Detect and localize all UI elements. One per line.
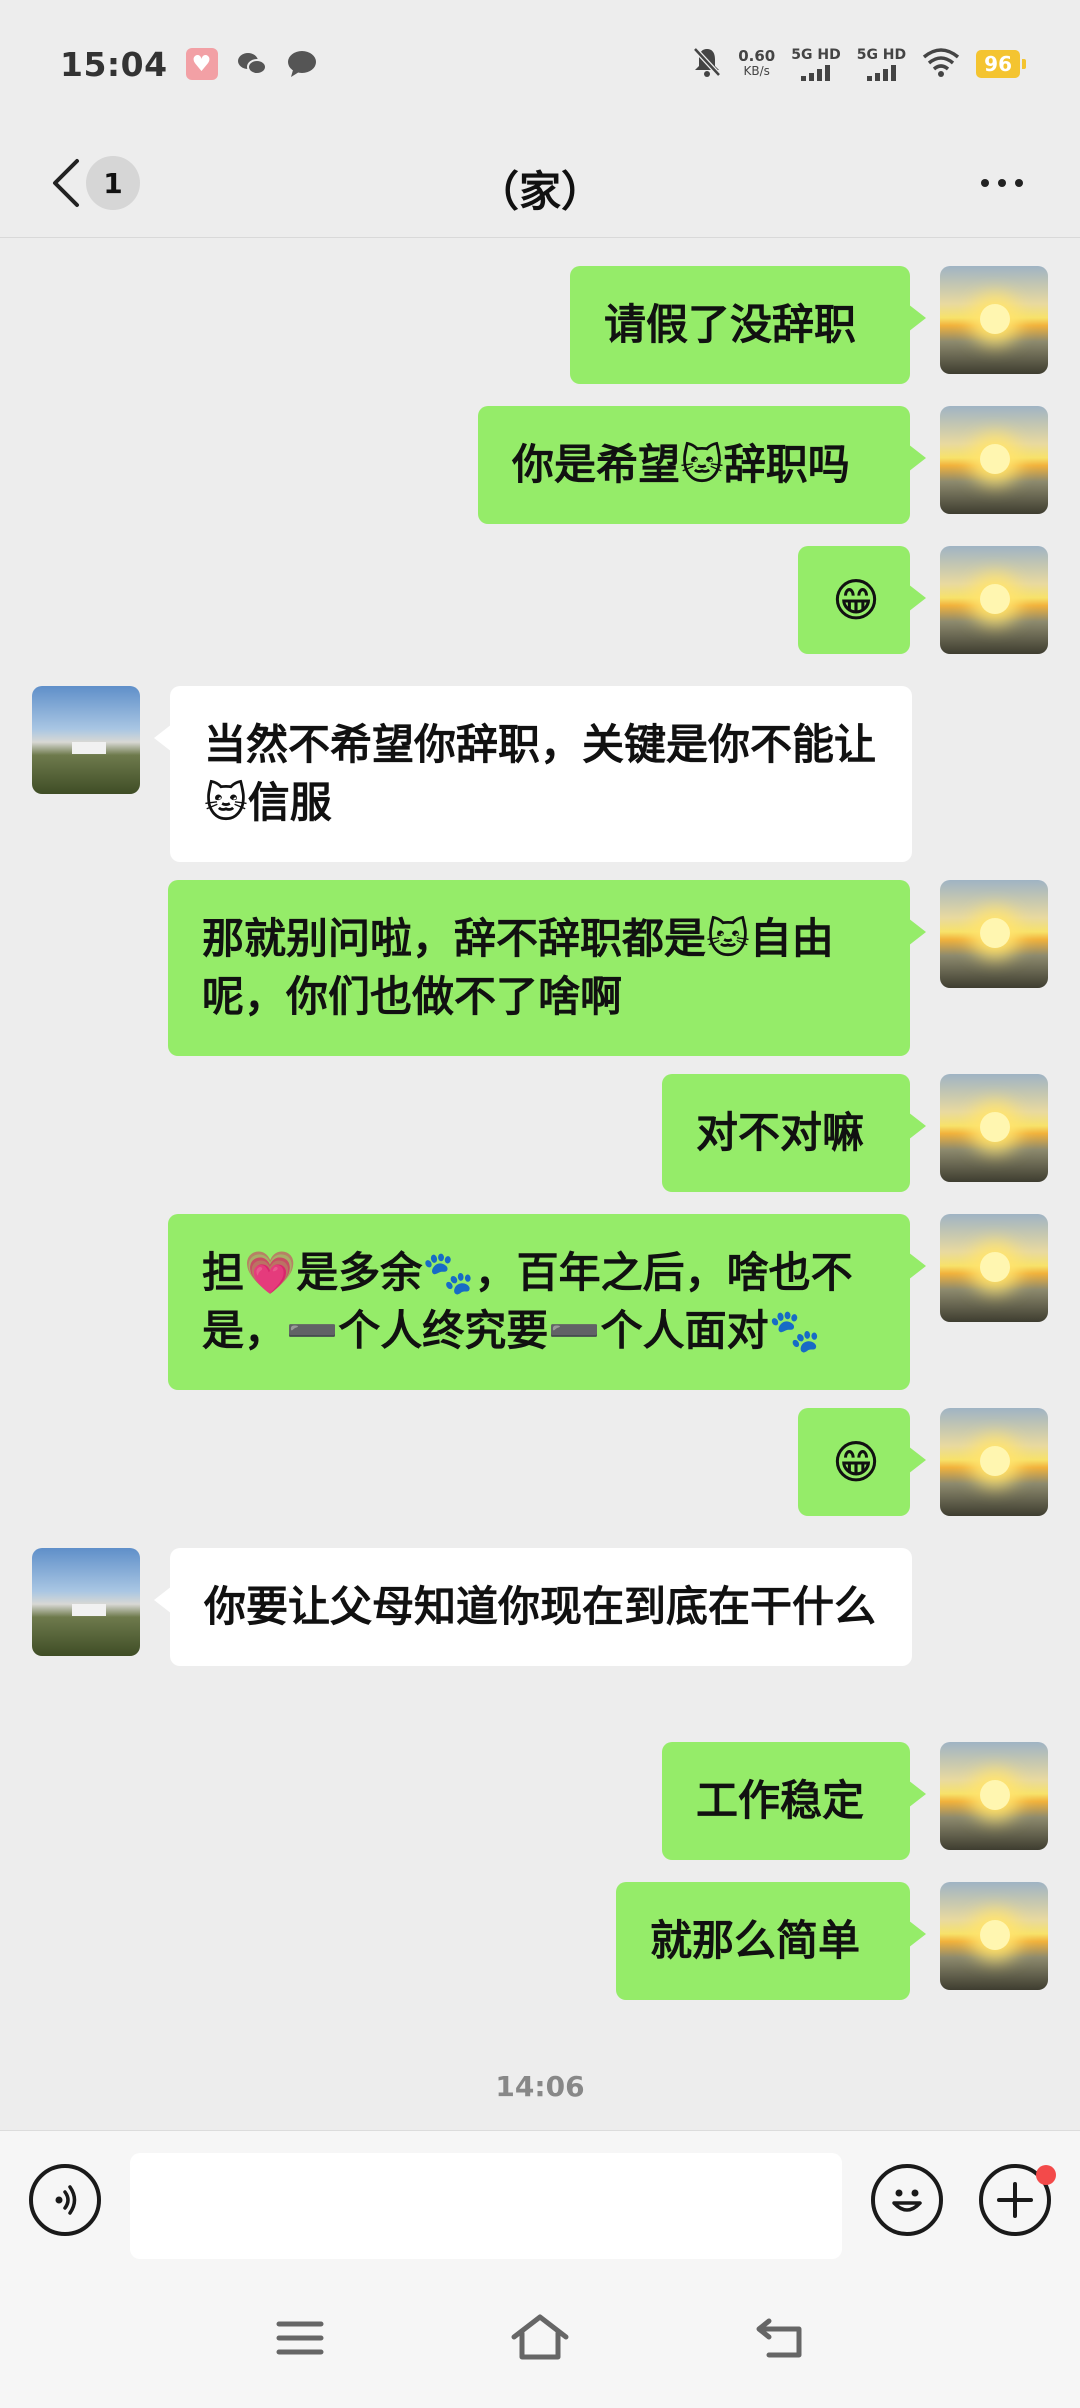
status-right: 0.60 KB/s 5G HD 5G HD 96 <box>692 46 1026 82</box>
message-timestamp: 14:06 <box>495 2070 585 2103</box>
emoji-button[interactable] <box>871 2164 943 2236</box>
message-bubble[interactable]: 你是希望🐱辞职吗 <box>478 406 926 524</box>
home-icon <box>511 2314 569 2360</box>
my-avatar[interactable] <box>940 546 1048 654</box>
battery-icon: 96 <box>976 50 1026 78</box>
chat-title: （家） <box>476 167 603 216</box>
message-bubble[interactable]: 就那么简单 <box>616 1882 926 2000</box>
smiley-icon <box>892 2189 922 2212</box>
status-left: 15:04 ♥ <box>60 45 318 84</box>
contact-avatar[interactable] <box>32 1548 140 1656</box>
mute-bell-icon <box>692 46 722 82</box>
message-bubble[interactable]: 担💗是多余🐾，百年之后，啥也不是，➖个人终究要➖个人面对🐾 <box>168 1214 926 1390</box>
message-bubble[interactable]: 对不对嘛 <box>662 1074 926 1192</box>
my-avatar[interactable] <box>940 880 1048 988</box>
health-app-icon: ♥ <box>185 48 218 80</box>
sim2-signal: 5G HD <box>857 48 906 81</box>
my-avatar[interactable] <box>940 1074 1048 1182</box>
message-bubble[interactable]: 当然不希望你辞职，关键是你不能让🐱信服 <box>154 686 912 862</box>
recent-apps-button[interactable] <box>260 2308 340 2368</box>
chat-header: 1 （家） <box>0 128 1080 238</box>
status-bar: 15:04 ♥ 0.60 KB/s 5G HD 5G HD 96 <box>0 0 1080 128</box>
plus-icon <box>997 2182 1033 2218</box>
my-avatar[interactable] <box>940 1882 1048 1990</box>
signal-bars-icon <box>801 64 831 81</box>
message-bubble[interactable]: 工作稳定 <box>662 1742 926 1860</box>
voice-button[interactable] <box>29 2164 101 2236</box>
ellipsis-icon <box>981 179 989 187</box>
message-bubble[interactable]: 你要让父母知道你现在到底在干什么 <box>154 1548 912 1666</box>
input-bar <box>0 2130 1080 2268</box>
my-avatar[interactable] <box>940 1408 1048 1516</box>
home-button[interactable] <box>500 2308 580 2368</box>
wechat-icon <box>236 48 268 80</box>
network-speed-value: 0.60 <box>738 47 776 65</box>
message-icon <box>286 48 318 80</box>
contact-avatar[interactable] <box>32 686 140 794</box>
message-bubble[interactable]: 😁 <box>798 546 926 654</box>
sim2-label: 5G HD <box>856 46 907 63</box>
my-avatar[interactable] <box>940 1742 1048 1850</box>
sim1-signal: 5G HD <box>791 46 841 81</box>
message-bubble[interactable]: 请假了没辞职 <box>570 266 926 384</box>
message-bubble[interactable]: 😁 <box>798 1408 926 1516</box>
my-avatar[interactable] <box>940 266 1048 374</box>
status-time: 15:04 <box>60 44 168 84</box>
signal-bars-icon <box>866 64 896 81</box>
voice-icon <box>55 2185 77 2215</box>
back-icon <box>756 2318 802 2358</box>
notification-dot <box>1036 2165 1056 2185</box>
menu-icon <box>276 2321 324 2355</box>
sim1-label: 5G HD <box>791 46 841 63</box>
my-avatar[interactable] <box>940 1214 1048 1322</box>
more-button[interactable] <box>972 158 1032 208</box>
ellipsis-dot <box>998 179 1006 187</box>
message-bubble[interactable]: 那就别问啦，辞不辞职都是🐱自由呢，你们也做不了啥啊 <box>168 880 926 1056</box>
system-nav-bar <box>0 2268 1080 2408</box>
my-avatar[interactable] <box>940 406 1048 514</box>
ellipsis-dot <box>1015 179 1023 187</box>
system-back-button[interactable] <box>740 2308 820 2368</box>
network-speed-unit: KB/s <box>743 64 770 78</box>
message-input[interactable] <box>130 2153 842 2259</box>
wifi-icon <box>922 47 960 81</box>
network-speed: 0.60 KB/s <box>738 49 775 79</box>
